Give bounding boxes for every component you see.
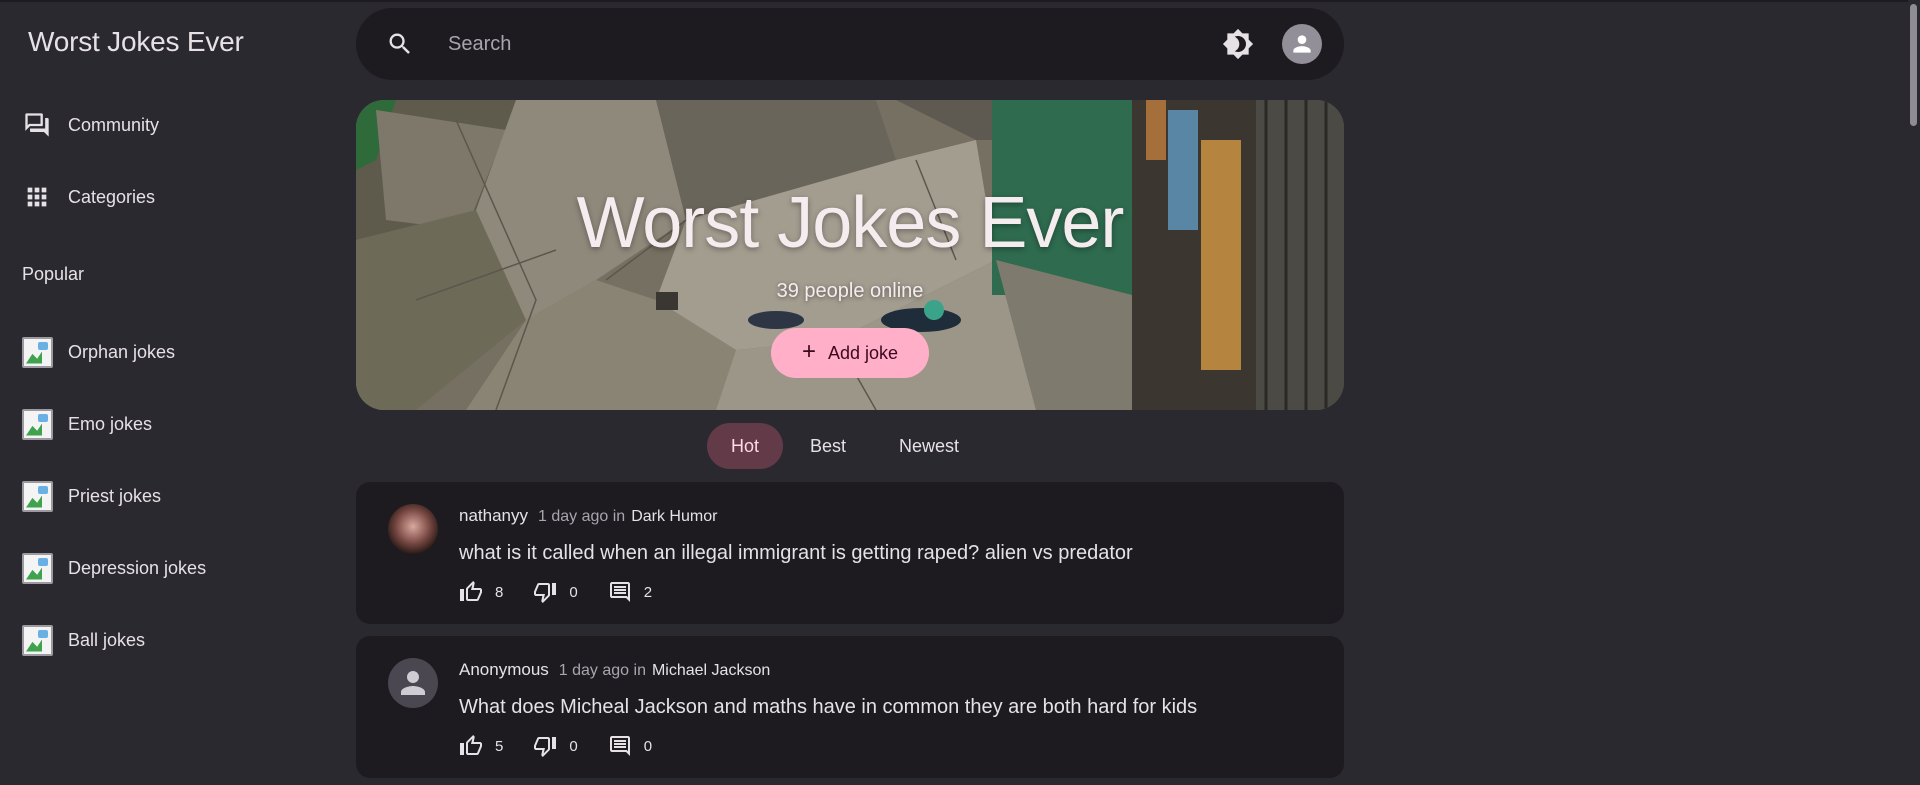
popular-item-orphan-jokes[interactable]: Orphan jokes [22,335,175,369]
popular-item-label: Priest jokes [68,485,162,506]
add-joke-label: Add joke [827,342,899,363]
sidebar-item-label: Community [68,114,160,135]
sidebar-item-categories[interactable]: Categories [22,177,155,217]
comment-count: 2 [643,583,653,601]
hero-banner: Worst Jokes Ever 39 people online + Add … [356,100,1344,410]
post-text[interactable]: What does Micheal Jackson and maths have… [459,696,1197,719]
post-meta: nathanyy 1 day ago in Dark Humor [459,506,717,526]
dislike-count: 0 [569,737,578,755]
plus-icon: + [801,337,816,365]
dislike-button[interactable]: 0 [533,734,578,758]
popular-item-depression-jokes[interactable]: Depression jokes [22,551,206,585]
popular-item-emo-jokes[interactable]: Emo jokes [22,407,152,441]
comment-count: 0 [643,737,653,755]
post-text[interactable]: what is it called when an illegal immigr… [459,542,1133,565]
tab-best[interactable]: Best [786,423,870,469]
joke-post: nathanyy 1 day ago in Dark Humor what is… [356,482,1344,624]
add-joke-button[interactable]: + Add joke [771,328,929,378]
comments-button[interactable]: 2 [608,580,652,604]
page-scrollbar[interactable] [1908,0,1920,785]
sidebar-item-community[interactable]: Community [22,105,159,145]
post-category[interactable]: Michael Jackson [652,662,770,680]
post-time: 1 day ago in [558,662,646,679]
tab-hot[interactable]: Hot [707,423,784,469]
tab-newest[interactable]: Newest [875,423,983,469]
popular-heading: Popular [22,264,85,284]
post-category[interactable]: Dark Humor [631,508,717,526]
person-icon [1293,35,1311,53]
comment-icon [609,582,630,602]
post-meta: Anonymous 1 day ago in Michael Jackson [459,660,770,680]
thumb-down-icon [534,583,557,603]
online-count: 39 people online [776,280,924,302]
post-actions: 8 0 2 [459,580,682,604]
forum-icon [22,110,52,140]
post-time: 1 day ago in [538,508,626,525]
broken-image-icon [22,552,53,584]
hero-title: Worst Jokes Ever [576,183,1125,263]
comments-button[interactable]: 0 [608,734,652,758]
search-bar [356,8,1344,80]
scrollbar-thumb[interactable] [1910,4,1917,126]
broken-image-icon [22,336,53,368]
app-title[interactable]: Worst Jokes Ever [28,26,244,58]
dislike-count: 0 [569,583,578,601]
post-author[interactable]: Anonymous [459,660,549,680]
dislike-button[interactable]: 0 [533,580,578,604]
popular-item-priest-jokes[interactable]: Priest jokes [22,479,161,513]
broken-image-icon [22,624,53,656]
post-author[interactable]: nathanyy [459,506,528,526]
like-count: 8 [495,583,504,601]
broken-image-icon [22,408,53,440]
popular-item-label: Depression jokes [68,557,207,578]
comment-icon [609,736,630,756]
apps-grid-icon [22,182,52,212]
account-avatar-button[interactable] [1282,24,1322,64]
thumb-up-icon [460,581,482,601]
search-icon[interactable] [386,30,414,58]
popular-item-label: Ball jokes [68,629,146,650]
sidebar: Worst Jokes Ever Community Categories Po… [0,0,350,785]
popular-item-ball-jokes[interactable]: Ball jokes [22,623,145,657]
like-button[interactable]: 8 [459,580,503,604]
avatar[interactable] [388,658,438,708]
joke-post: Anonymous 1 day ago in Michael Jackson W… [356,636,1344,778]
thumb-down-icon [534,737,557,757]
sidebar-item-label: Categories [68,186,156,207]
like-button[interactable]: 5 [459,734,503,758]
search-input[interactable] [448,28,1148,60]
post-actions: 5 0 0 [459,734,682,758]
popular-item-label: Orphan jokes [68,341,176,362]
broken-image-icon [22,480,53,512]
popular-item-label: Emo jokes [68,413,153,434]
like-count: 5 [495,737,504,755]
thumb-up-icon [460,735,482,755]
avatar[interactable] [388,504,438,554]
brightness-toggle-icon[interactable] [1222,28,1254,60]
